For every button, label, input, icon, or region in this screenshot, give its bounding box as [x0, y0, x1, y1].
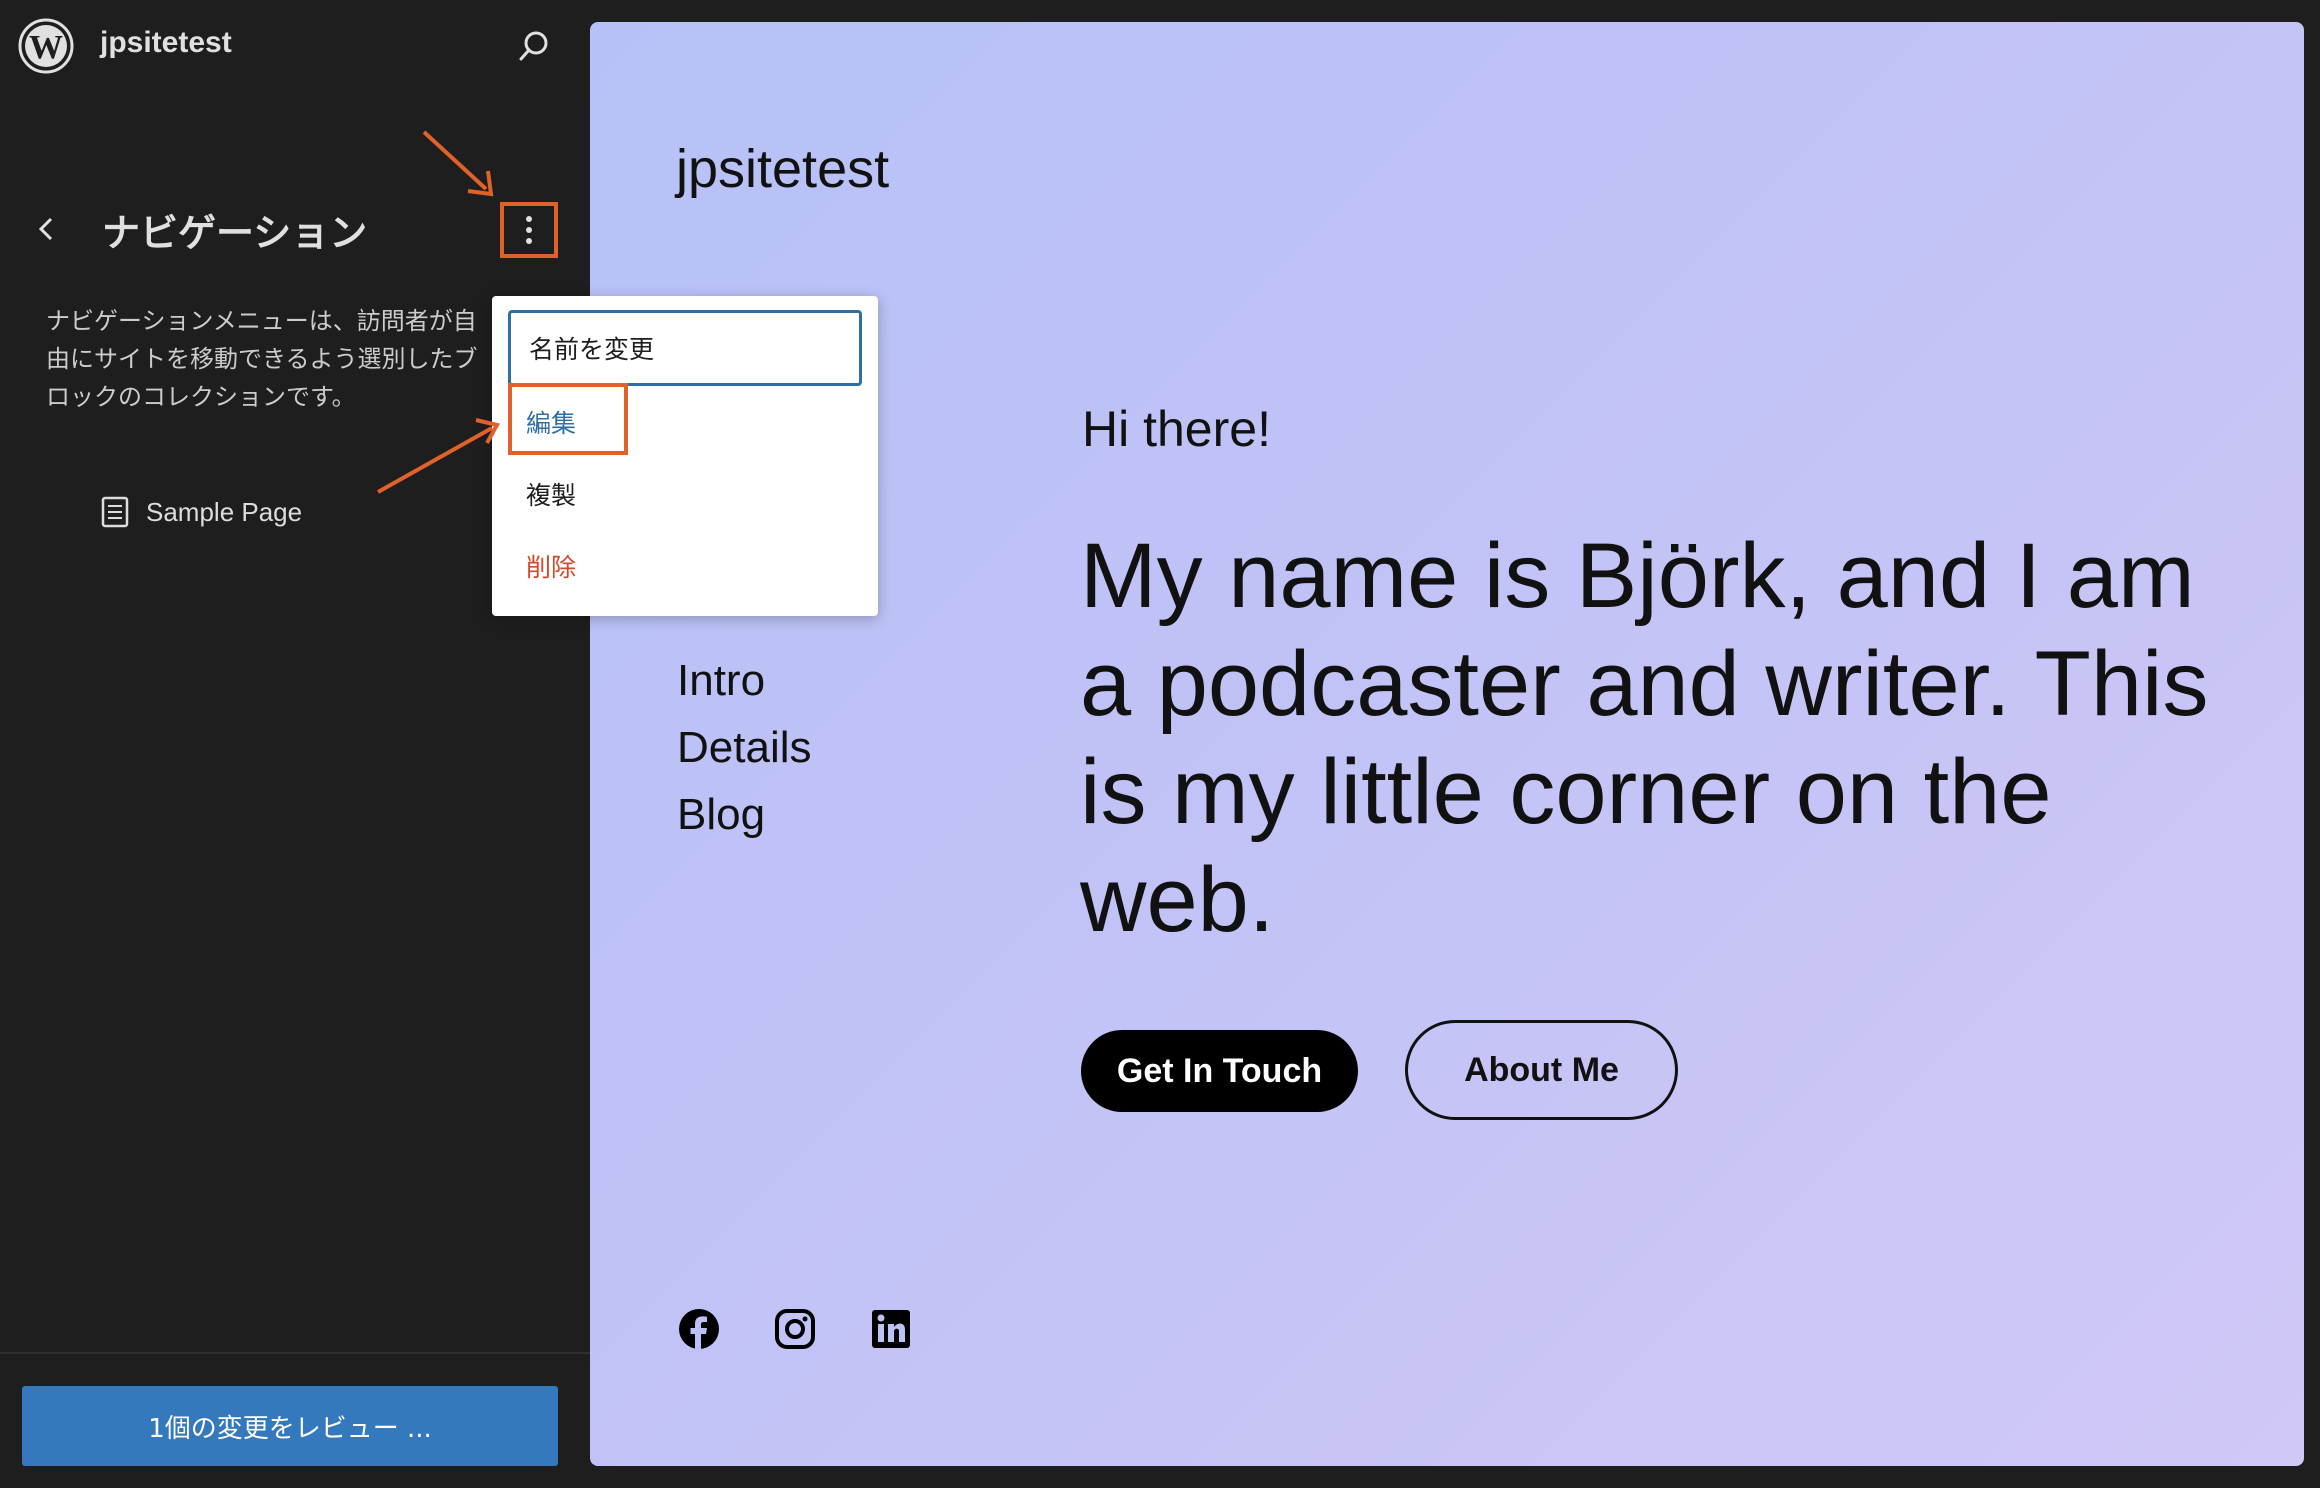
nav-item-label: Sample Page	[146, 496, 303, 527]
instagram-icon[interactable]	[774, 1308, 816, 1350]
wordpress-logo-icon[interactable]: W	[18, 18, 74, 74]
site-name[interactable]: jpsitetest	[100, 26, 232, 60]
menu-item-delete[interactable]: 削除	[508, 530, 862, 602]
panel-description: ナビゲーションメニューは、訪問者が自 由にサイトを移動できるよう選別したブ ロッ…	[46, 302, 498, 416]
options-dropdown-menu: 名前を変更 編集 複製 削除	[492, 296, 878, 616]
svg-text:W: W	[29, 29, 63, 66]
facebook-icon[interactable]	[678, 1308, 720, 1350]
more-options-button[interactable]	[500, 202, 558, 258]
back-chevron-icon[interactable]	[32, 214, 62, 244]
description-line: ナビゲーションメニューは、訪問者が自	[46, 307, 477, 335]
nav-item-sample-page[interactable]: Sample Page	[100, 496, 302, 528]
sidebar: W jpsitetest ナビゲーション ナビゲーションメニューは、訪問者が自 …	[0, 0, 590, 1488]
hero-heading: My name is Björk, and I am a podcaster a…	[1080, 525, 2209, 951]
preview-nav-link-blog[interactable]: Blog	[677, 790, 812, 857]
review-changes-button[interactable]: 1個の変更をレビュー ...	[22, 1386, 558, 1466]
get-in-touch-button[interactable]: Get In Touch	[1081, 1030, 1358, 1112]
description-line: 由にサイトを移動できるよう選別したブ	[46, 345, 478, 373]
search-icon[interactable]	[516, 28, 552, 64]
preview-nav-link-intro[interactable]: Intro	[677, 656, 812, 723]
description-line: ロックのコレクションです。	[46, 383, 356, 411]
linkedin-icon[interactable]	[870, 1308, 912, 1350]
site-preview[interactable]: jpsitetest Intro Details Blog Hi there! …	[590, 22, 2304, 1466]
page-icon	[101, 496, 129, 528]
menu-item-rename[interactable]: 名前を変更	[508, 310, 862, 386]
preview-nav-link-details[interactable]: Details	[677, 723, 812, 790]
panel-title: ナビゲーション	[102, 211, 368, 255]
about-me-button[interactable]: About Me	[1405, 1020, 1678, 1120]
sidebar-divider	[0, 1352, 590, 1354]
preview-navigation: Intro Details Blog	[677, 656, 812, 857]
menu-item-duplicate[interactable]: 複製	[508, 458, 862, 530]
edit-highlight-box	[508, 383, 628, 455]
vertical-ellipsis-icon	[526, 216, 532, 244]
hero-greeting: Hi there!	[1082, 401, 1271, 457]
preview-site-title[interactable]: jpsitetest	[676, 138, 889, 200]
